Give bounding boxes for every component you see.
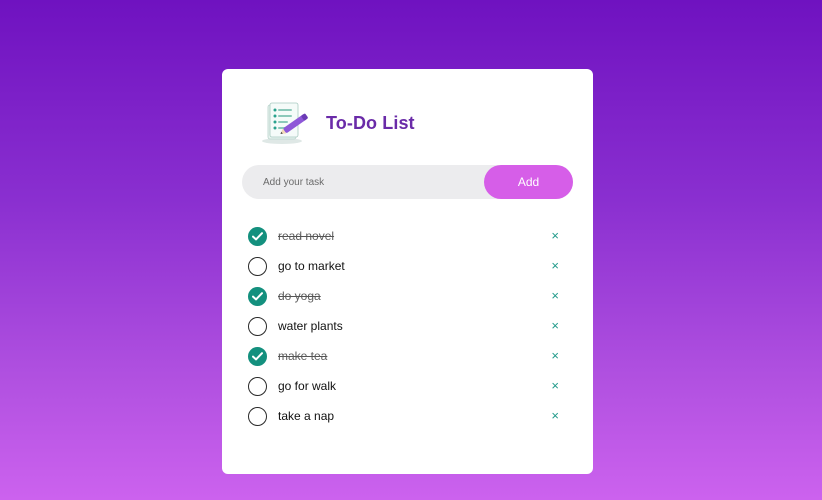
task-item[interactable]: go to market ×: [247, 251, 572, 281]
task-item[interactable]: water plants ×: [247, 311, 572, 341]
task-item[interactable]: take a nap ×: [247, 401, 572, 431]
add-button[interactable]: Add: [484, 165, 573, 199]
task-item[interactable]: do yoga ×: [247, 281, 572, 311]
task-label: take a nap: [278, 409, 335, 423]
task-label: water plants: [278, 319, 343, 333]
notepad-pen-icon: [262, 102, 308, 144]
app-header: To-Do List: [260, 101, 415, 145]
task-list: read novel × go to market × do yoga × water pl…: [247, 221, 572, 431]
task-item[interactable]: read novel ×: [247, 221, 572, 251]
unchecked-circle-icon[interactable]: [248, 406, 267, 426]
task-item[interactable]: go for walk ×: [247, 371, 572, 401]
delete-icon[interactable]: ×: [551, 319, 559, 332]
delete-icon[interactable]: ×: [551, 409, 559, 422]
task-label: do yoga: [278, 289, 321, 303]
checkmark-icon: [252, 351, 263, 360]
checked-circle-icon[interactable]: [248, 346, 267, 366]
unchecked-circle-icon[interactable]: [248, 376, 267, 396]
delete-icon[interactable]: ×: [551, 229, 559, 242]
checked-circle-icon[interactable]: [248, 286, 267, 306]
unchecked-circle-icon[interactable]: [248, 316, 267, 336]
unchecked-circle-icon[interactable]: [248, 256, 267, 276]
delete-icon[interactable]: ×: [551, 259, 559, 272]
task-input[interactable]: [242, 165, 482, 199]
delete-icon[interactable]: ×: [551, 289, 559, 302]
delete-icon[interactable]: ×: [551, 379, 559, 392]
delete-icon[interactable]: ×: [551, 349, 559, 362]
task-input-row: Add: [242, 165, 573, 199]
task-label: go for walk: [278, 379, 337, 393]
checkmark-icon: [252, 231, 263, 240]
checked-circle-icon[interactable]: [248, 226, 267, 246]
page-title: To-Do List: [326, 112, 415, 133]
task-label: read novel: [278, 229, 335, 243]
task-item[interactable]: make tea ×: [247, 341, 572, 371]
task-label: go to market: [278, 259, 345, 273]
checkmark-icon: [252, 291, 263, 300]
task-label: make tea: [278, 349, 328, 363]
todo-card: To-Do List Add read novel×go to market×d…: [222, 69, 593, 474]
